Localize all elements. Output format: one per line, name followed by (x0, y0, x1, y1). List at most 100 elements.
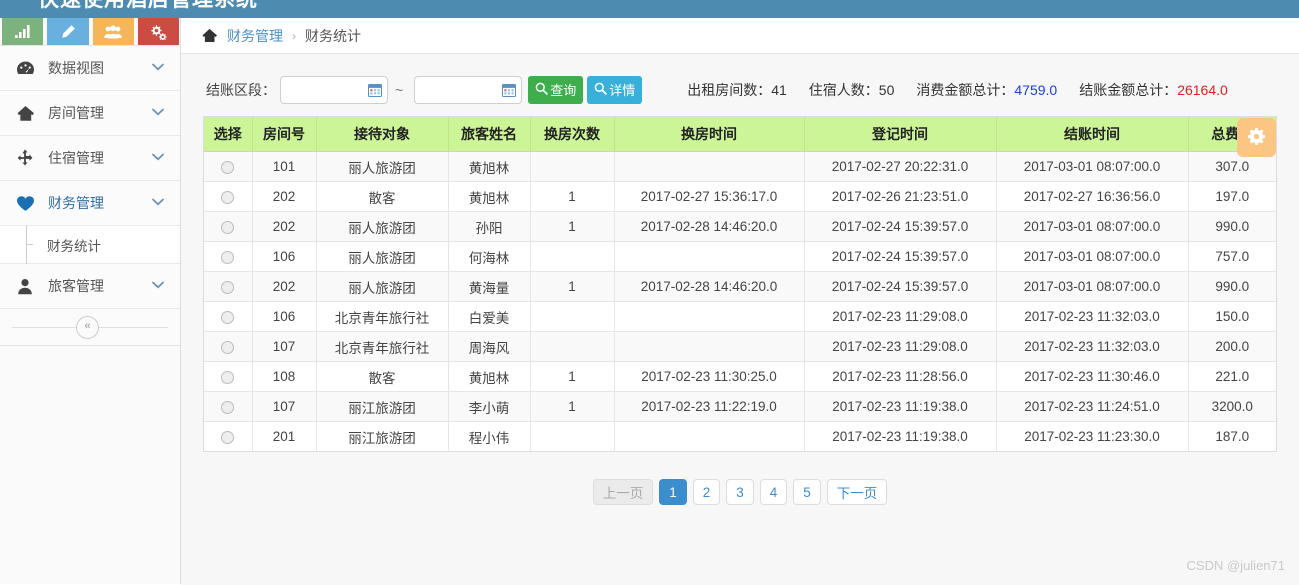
cell-total-fee: 197.0 (1188, 181, 1276, 212)
cell-room-number: 202 (252, 181, 317, 212)
table-row[interactable]: 107 北京青年旅行社 周海风 2017-02-23 11:29:08.0 2017-0… (204, 331, 1276, 362)
quick-action-bar (0, 18, 181, 45)
calendar-icon[interactable] (368, 83, 382, 100)
search-button[interactable]: 查询 (528, 75, 584, 104)
pagination-page-2[interactable]: 2 (692, 479, 721, 505)
calendar-icon[interactable] (502, 83, 517, 100)
settlement-start-date-input[interactable] (280, 75, 388, 104)
app-title: 快速使用酒店管理系统 (38, 0, 258, 13)
column-header-room-number: 房间号 (252, 117, 317, 152)
detail-button[interactable]: 详情 (587, 75, 643, 104)
cell-swap-count: 1 (530, 211, 615, 242)
row-select-cell[interactable] (204, 271, 253, 302)
row-select-cell[interactable] (204, 241, 253, 272)
chart-quick-button[interactable] (2, 18, 44, 45)
cell-swap-count (530, 421, 615, 451)
cell-settle-time: 2017-02-27 16:36:56.0 (996, 181, 1189, 212)
cell-swap-time: 2017-02-28 14:46:20.0 (614, 271, 805, 302)
row-select-cell[interactable] (204, 421, 253, 451)
cell-guest-name: 周海风 (448, 331, 531, 362)
table-row[interactable]: 107 丽江旅游团 李小萌 1 2017-02-23 11:22:19.0 2017-02… (204, 391, 1276, 422)
row-radio-button[interactable] (221, 340, 235, 354)
pagination-page-4[interactable]: 4 (759, 479, 788, 505)
cell-room-number: 201 (252, 421, 317, 451)
row-select-cell[interactable] (204, 361, 253, 392)
sidebar-item-data-view[interactable]: 数据视图 (0, 46, 180, 91)
cell-settle-time: 2017-03-01 08:07:00.0 (996, 241, 1189, 272)
stat-rented-rooms: 出租房间数：41 (687, 80, 787, 100)
row-radio-button[interactable] (221, 310, 235, 324)
pagination-page-3[interactable]: 3 (726, 479, 754, 505)
pagination-page-1[interactable]: 1 (659, 479, 687, 505)
cell-guest-name: 黄旭林 (448, 151, 531, 182)
settlement-end-date-input[interactable] (414, 75, 523, 104)
sidebar-item-finance-management[interactable]: 财务管理 (0, 181, 180, 226)
cell-room-number: 101 (252, 151, 317, 182)
sidebar-collapse-button[interactable]: « (76, 316, 99, 339)
row-radio-button[interactable] (221, 220, 235, 234)
cell-register-time: 2017-02-23 11:19:38.0 (804, 391, 997, 422)
stat-value: 41 (771, 81, 787, 98)
row-radio-button[interactable] (221, 280, 235, 294)
stat-consumption-total: 消费金额总计：4759.0 (916, 80, 1057, 100)
settlement-range-label: 结账区段： (206, 81, 276, 98)
cell-settle-time: 2017-03-01 08:07:00.0 (996, 271, 1189, 302)
cell-swap-time: 2017-02-23 11:22:19.0 (614, 391, 805, 422)
row-radio-button[interactable] (221, 430, 235, 444)
stat-guest-count: 住宿人数：50 (809, 80, 895, 100)
table-row[interactable]: 108 散客 黄旭林 1 2017-02-23 11:30:25.0 2017-02-23… (204, 361, 1276, 392)
row-radio-button[interactable] (221, 370, 235, 384)
cell-guest-name: 黄旭林 (448, 361, 531, 392)
row-radio-button[interactable] (221, 400, 235, 414)
cell-swap-time (614, 301, 805, 332)
row-select-cell[interactable] (204, 391, 253, 422)
arrows-icon (12, 149, 38, 167)
sidebar-item-accommodation-management[interactable]: 住宿管理 (0, 136, 180, 181)
column-header-settle-time: 结账时间 (996, 117, 1189, 152)
breadcrumb-parent-link[interactable]: 财务管理 (227, 26, 283, 46)
row-select-cell[interactable] (204, 301, 253, 332)
row-radio-button[interactable] (221, 160, 235, 174)
users-quick-button[interactable] (92, 18, 134, 45)
table-row[interactable]: 201 丽江旅游团 程小伟 2017-02-23 11:19:38.0 2017-02-… (204, 421, 1276, 451)
stat-label: 消费金额总计： (916, 81, 1015, 98)
row-radio-button[interactable] (221, 190, 235, 204)
pagination-next-button[interactable]: 下一页 (826, 479, 888, 505)
row-select-cell[interactable] (204, 211, 253, 242)
sidebar-item-finance-statistics[interactable]: 财务统计 (0, 226, 180, 264)
cell-swap-time: 2017-02-27 15:36:17.0 (614, 181, 805, 212)
cell-swap-time (614, 151, 805, 182)
sidebar-collapse-row: « (0, 309, 180, 346)
settings-button[interactable] (1237, 118, 1276, 157)
table-row[interactable]: 202 散客 黄旭林 1 2017-02-27 15:36:17.0 2017-02-26… (204, 181, 1276, 212)
cell-total-fee: 221.0 (1188, 361, 1276, 392)
table-row[interactable]: 101 丽人旅游团 黄旭林 2017-02-27 20:22:31.0 2017-03-… (204, 151, 1276, 182)
cell-reception-object: 丽人旅游团 (316, 211, 449, 242)
cell-swap-count: 1 (530, 181, 615, 212)
edit-quick-button[interactable] (47, 18, 89, 45)
breadcrumb: 财务管理 › 财务统计 (181, 18, 1299, 54)
row-radio-button[interactable] (221, 250, 235, 264)
row-select-cell[interactable] (204, 151, 253, 182)
row-select-cell[interactable] (204, 331, 253, 362)
table-row[interactable]: 106 北京青年旅行社 白爱美 2017-02-23 11:29:08.0 2017-0… (204, 301, 1276, 332)
cell-reception-object: 丽人旅游团 (316, 151, 449, 182)
cell-guest-name: 何海林 (448, 241, 531, 272)
pagination-page-5[interactable]: 5 (793, 479, 821, 505)
table-row[interactable]: 202 丽人旅游团 黄海量 1 2017-02-28 14:46:20.0 2017-02… (204, 271, 1276, 302)
table-row[interactable]: 106 丽人旅游团 何海林 2017-02-24 15:39:57.0 2017-03-… (204, 241, 1276, 272)
stat-label: 出租房间数： (687, 81, 772, 98)
pagination-prev-button[interactable]: 上一页 (592, 479, 654, 505)
home-icon[interactable] (201, 28, 218, 43)
sidebar-item-room-management[interactable]: 房间管理 (0, 91, 180, 136)
stat-value: 50 (878, 81, 895, 98)
pencil-icon (60, 24, 76, 40)
cell-register-time: 2017-02-23 11:29:08.0 (804, 331, 997, 362)
settings-quick-button[interactable] (137, 18, 179, 45)
row-select-cell[interactable] (204, 181, 253, 212)
cell-room-number: 202 (252, 211, 317, 242)
table-row[interactable]: 202 丽人旅游团 孙阳 1 2017-02-28 14:46:20.0 2017-02-… (204, 211, 1276, 242)
sidebar-item-guest-management[interactable]: 旅客管理 (0, 264, 180, 309)
sidebar-submenu-finance: 财务统计 (0, 226, 180, 264)
cell-swap-count: 1 (530, 391, 615, 422)
